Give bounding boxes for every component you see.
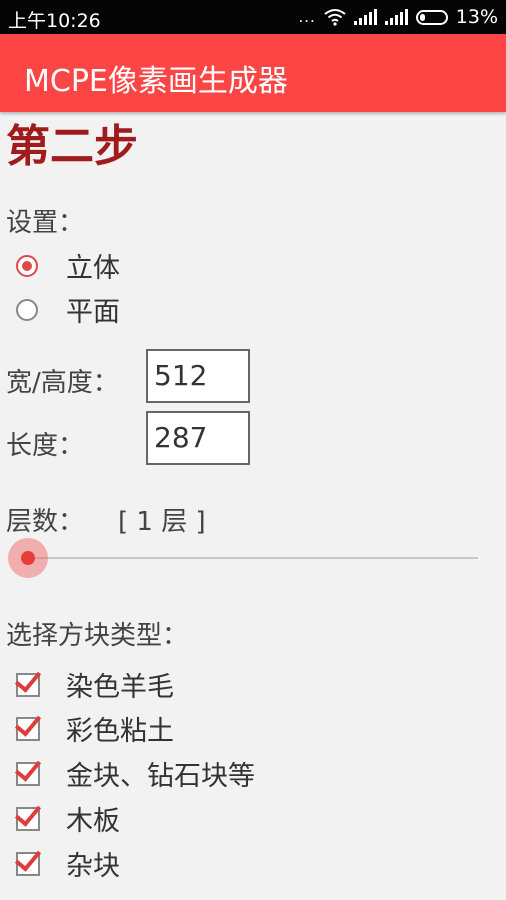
checkbox[interactable] — [14, 664, 42, 697]
checkbox[interactable] — [14, 753, 42, 786]
checkbox[interactable] — [14, 798, 42, 831]
layers-value: [ 1 层 ] — [118, 507, 206, 537]
layers-slider-thumb[interactable] — [8, 538, 48, 578]
length-label: 长度： — [6, 431, 85, 461]
battery-percent: 13% — [455, 6, 498, 28]
app-title: MCPE像素画生成器 — [24, 64, 288, 99]
layers-slider-track[interactable] — [28, 557, 478, 559]
checkbox-label: 金块、钻石块等 — [66, 761, 255, 792]
length-input[interactable]: 287 — [146, 411, 250, 465]
status-time: 上午10:26 — [8, 10, 101, 32]
wifi-icon — [324, 9, 346, 26]
radio-label: 立体 — [66, 253, 120, 284]
checkbox[interactable] — [14, 708, 42, 741]
checkbox-label: 杂块 — [66, 851, 120, 882]
radio-option-flat[interactable]: 平面 — [16, 290, 120, 329]
block-types-label: 选择方块类型： — [6, 621, 189, 651]
layers-label: 层数： — [6, 507, 85, 537]
radio-option-3d[interactable]: 立体 — [16, 246, 120, 285]
check-icon — [14, 843, 42, 872]
checkbox-item-clay[interactable]: 彩色粘土 — [14, 708, 174, 748]
check-icon — [14, 753, 42, 782]
checkbox-label: 木板 — [66, 806, 120, 837]
radio-button[interactable] — [16, 298, 38, 321]
checkbox-label: 染色羊毛 — [66, 672, 174, 703]
signal-icon-2 — [384, 9, 408, 25]
check-icon — [14, 798, 42, 827]
checkbox-item-misc[interactable]: 杂块 — [14, 843, 120, 883]
radio-label: 平面 — [66, 297, 120, 328]
page-title: 第二步 — [6, 121, 138, 172]
check-icon — [14, 708, 42, 737]
checkbox[interactable] — [14, 843, 42, 876]
status-icons: ... 13% — [298, 6, 498, 28]
status-bar: 上午10:26 ... 13% — [0, 0, 506, 34]
checkbox-item-planks[interactable]: 木板 — [14, 798, 120, 838]
width-label: 宽/高度： — [6, 368, 119, 398]
app-bar: MCPE像素画生成器 — [0, 34, 506, 112]
notification-dots: ... — [298, 8, 316, 26]
battery-icon — [415, 9, 448, 25]
checkbox-item-ore-blocks[interactable]: 金块、钻石块等 — [14, 753, 255, 793]
radio-button-checked[interactable] — [16, 254, 38, 277]
checkbox-label: 彩色粘土 — [66, 716, 174, 747]
check-icon — [14, 664, 42, 693]
signal-icon — [353, 9, 377, 25]
width-input[interactable]: 512 — [146, 349, 250, 403]
checkbox-item-wool[interactable]: 染色羊毛 — [14, 664, 174, 704]
settings-label: 设置： — [6, 208, 85, 238]
